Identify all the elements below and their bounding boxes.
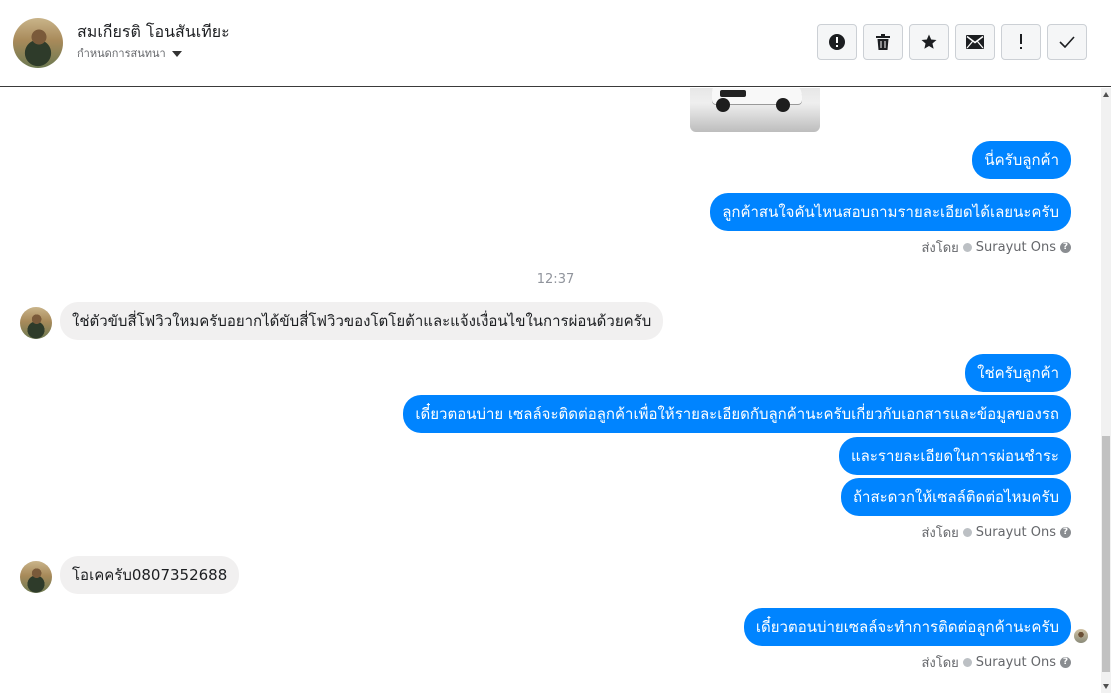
help-icon[interactable]: ? (1060, 657, 1071, 668)
contact-avatar-small[interactable] (20, 307, 52, 339)
envelope-icon (966, 35, 984, 49)
incoming-message[interactable]: โอเคครับ0807352688 (60, 556, 240, 594)
outgoing-message[interactable]: เดี๋ยวตอนบ่าย เซลล์จะติดต่อลูกค้าเพื่อให… (403, 395, 1071, 433)
outgoing-message[interactable]: ใช่ครับลูกค้า (965, 354, 1071, 392)
help-icon[interactable]: ? (1060, 242, 1071, 253)
contact-avatar-small[interactable] (20, 561, 52, 593)
star-icon (921, 34, 937, 49)
contact-name[interactable]: สมเกียรติ โอนสันเทียะ (77, 20, 230, 45)
conversation-toolbar (817, 24, 1087, 60)
sender-name: Surayut Ons (975, 240, 1056, 255)
thread-scrollbar[interactable] (1101, 88, 1111, 693)
help-icon[interactable]: ? (1060, 527, 1071, 538)
verified-icon (962, 658, 972, 667)
verified-icon (962, 528, 972, 537)
outgoing-message[interactable]: และรายละเอียดในการผ่อนชำระ (838, 437, 1071, 475)
sent-by-label: ส่งโดย Surayut Ons ? (921, 652, 1071, 673)
check-icon (1059, 36, 1075, 48)
sent-by-label: ส่งโดย Surayut Ons ? (921, 522, 1071, 543)
car-wheel (776, 98, 790, 112)
sender-name: Surayut Ons (975, 525, 1056, 540)
sent-by-text: ส่งโดย (921, 656, 959, 671)
star-button[interactable] (909, 24, 949, 60)
scroll-up-arrow-icon[interactable] (1103, 92, 1109, 97)
sent-by-text: ส่งโดย (921, 241, 959, 256)
caret-down-icon (171, 50, 182, 57)
outgoing-message[interactable]: ลูกค้าสนใจคันไหนสอบถามรายละเอียดได้เลยนะ… (710, 193, 1071, 231)
exclamation-icon (1020, 34, 1022, 49)
sender-name: Surayut Ons (975, 655, 1056, 670)
outgoing-message[interactable]: เดี๋ยวตอนบ่ายเซลล์จะทำการติดต่อลูกค้านะค… (743, 608, 1071, 646)
contact-avatar[interactable] (13, 18, 63, 68)
verified-icon (962, 243, 972, 252)
car-grill (720, 90, 746, 97)
messenger-app: สมเกียรติ โอนสันเทียะ กำหนดการสนทนา นี่ค… (0, 0, 1111, 693)
mark-unread-button[interactable] (955, 24, 995, 60)
report-spam-button[interactable] (817, 24, 857, 60)
scrollbar-thumb[interactable] (1102, 436, 1110, 672)
assign-conversation-label: กำหนดการสนทนา (77, 47, 166, 60)
message-thread[interactable]: นี่ครับลูกค้า ลูกค้าสนใจคันไหนสอบถามรายล… (0, 88, 1111, 693)
delete-button[interactable] (863, 24, 903, 60)
sent-by-label: ส่งโดย Surayut Ons ? (921, 237, 1071, 258)
alert-circle-icon (829, 34, 845, 50)
conversation-header: สมเกียรติ โอนสันเทียะ กำหนดการสนทนา (0, 0, 1111, 87)
message-timestamp: 12:37 (536, 272, 575, 287)
trash-icon (876, 34, 890, 50)
scroll-down-arrow-icon[interactable] (1103, 684, 1109, 689)
car-image-attachment[interactable] (690, 88, 820, 132)
sent-by-text: ส่งโดย (921, 526, 959, 541)
follow-up-button[interactable] (1001, 24, 1041, 60)
outgoing-message[interactable]: นี่ครับลูกค้า (972, 141, 1071, 179)
incoming-message[interactable]: ใช่ตัวขับสี่โฟวิวใหมครับอยากได้ขับสี่โฟว… (60, 302, 664, 340)
outgoing-message[interactable]: ถ้าสะดวกให้เซลล์ติดต่อไหมครับ (840, 478, 1071, 516)
assign-conversation-dropdown[interactable]: กำหนดการสนทนา (77, 44, 182, 62)
seen-avatar (1074, 629, 1088, 643)
mark-done-button[interactable] (1047, 24, 1087, 60)
car-wheel (716, 98, 730, 112)
